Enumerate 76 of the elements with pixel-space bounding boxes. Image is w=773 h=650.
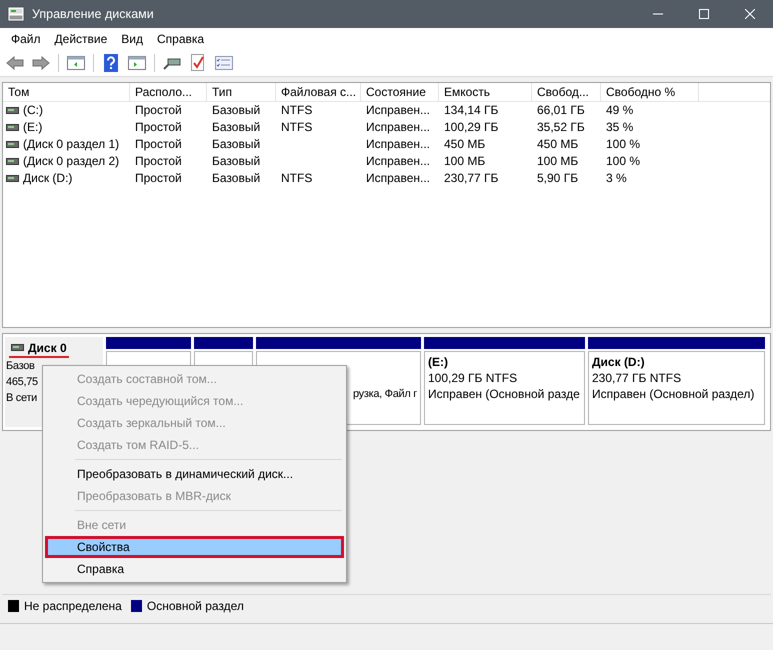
menu-item[interactable]: Файл bbox=[4, 30, 48, 48]
table-cell: 134,14 ГБ bbox=[444, 103, 498, 117]
column-header[interactable]: Том bbox=[3, 83, 130, 101]
table-cell: 35 % bbox=[606, 120, 634, 134]
partition-box[interactable]: Диск (D:) 230,77 ГБ NTFS Исправен (Основной раздел) bbox=[588, 351, 765, 425]
table-cell: 100 % bbox=[606, 154, 640, 168]
partition-size: 230,77 ГБ NTFS bbox=[592, 371, 682, 385]
table-cell: 5,90 ГБ bbox=[537, 171, 578, 185]
table-cell: (Диск 0 раздел 2) bbox=[23, 153, 120, 170]
table-cell: Базовый bbox=[212, 154, 260, 168]
disk-management-icon bbox=[8, 7, 24, 21]
table-cell: 450 МБ bbox=[537, 137, 578, 151]
table-cell: Исправен... bbox=[366, 171, 430, 185]
drive-icon bbox=[6, 175, 19, 182]
menu-item[interactable]: Справка bbox=[150, 30, 212, 48]
table-cell: 100 % bbox=[606, 137, 640, 151]
menu-item[interactable]: Вид bbox=[114, 30, 150, 48]
table-cell: Простой bbox=[135, 103, 182, 117]
legend-label: Не распределена bbox=[24, 599, 122, 613]
table-cell: 450 МБ bbox=[444, 137, 486, 151]
column-header[interactable]: Тип bbox=[207, 83, 276, 101]
table-cell: NTFS bbox=[281, 171, 312, 185]
partition-title: (E:) bbox=[428, 355, 448, 369]
partition-box[interactable]: (E:) 100,29 ГБ NTFS Исправен (Основной разде bbox=[424, 351, 585, 425]
table-cell: Простой bbox=[135, 171, 182, 185]
table-cell: Простой bbox=[135, 137, 182, 151]
drive-icon bbox=[11, 344, 24, 351]
table-cell: 49 % bbox=[606, 103, 634, 117]
context-menu-item[interactable]: Преобразовать в динамический диск... bbox=[45, 463, 344, 485]
table-cell: Исправен... bbox=[366, 137, 430, 151]
table-cell: NTFS bbox=[281, 103, 312, 117]
drive-icon bbox=[6, 141, 19, 148]
partition-size: 100,29 ГБ NTFS bbox=[428, 371, 518, 385]
table-cell: Простой bbox=[135, 120, 182, 134]
drive-icon bbox=[6, 124, 19, 131]
partition-status: рузка, Файл г bbox=[352, 387, 417, 402]
table-cell: Базовый bbox=[212, 120, 260, 134]
context-menu-item[interactable]: Справка bbox=[45, 558, 344, 580]
partition-status: Исправен (Основной раздел) bbox=[592, 386, 756, 402]
table-cell: 66,01 ГБ bbox=[537, 103, 585, 117]
column-header[interactable]: Свобод... bbox=[532, 83, 601, 101]
table-cell: 100,29 ГБ bbox=[444, 120, 498, 134]
table-cell: Базовый bbox=[212, 103, 260, 117]
table-cell: 35,52 ГБ bbox=[537, 120, 585, 134]
table-cell: (Диск 0 раздел 1) bbox=[23, 136, 120, 153]
column-header[interactable]: Состояние bbox=[361, 83, 439, 101]
table-cell: Базовый bbox=[212, 137, 260, 151]
drive-icon bbox=[6, 158, 19, 165]
table-cell: 100 МБ bbox=[444, 154, 486, 168]
table-cell: Простой bbox=[135, 154, 182, 168]
table-cell: Исправен... bbox=[366, 103, 430, 117]
table-cell: Диск (D:) bbox=[23, 170, 72, 187]
menu-item[interactable]: Действие bbox=[48, 30, 114, 48]
table-cell: (C:) bbox=[23, 102, 43, 119]
table-cell: 230,77 ГБ bbox=[444, 171, 498, 185]
close-icon bbox=[745, 9, 755, 19]
table-cell: NTFS bbox=[281, 120, 312, 134]
partition-status: Исправен (Основной разде bbox=[428, 386, 581, 402]
table-cell: (E:) bbox=[23, 119, 42, 136]
table-cell: 100 МБ bbox=[537, 154, 578, 168]
partition-title: Диск (D:) bbox=[592, 355, 645, 369]
table-cell: 3 % bbox=[606, 171, 627, 185]
column-header[interactable]: Файловая с... bbox=[276, 83, 361, 101]
disk-info: Базов bbox=[6, 358, 36, 374]
legend-label: Основной раздел bbox=[146, 599, 244, 613]
disk-name: Диск 0 bbox=[28, 340, 67, 354]
column-header[interactable]: Свободно % bbox=[601, 83, 699, 101]
context-menu-item[interactable]: Свойства bbox=[45, 536, 344, 558]
table-cell: Базовый bbox=[212, 171, 260, 185]
column-header[interactable]: Располо... bbox=[130, 83, 207, 101]
table-cell: Исправен... bbox=[366, 154, 430, 168]
column-header[interactable]: Емкость bbox=[439, 83, 532, 101]
maximize-icon bbox=[699, 9, 709, 19]
table-cell: Исправен... bbox=[366, 120, 430, 134]
window-title: Управление дисками bbox=[32, 7, 155, 21]
drive-icon bbox=[6, 107, 19, 114]
